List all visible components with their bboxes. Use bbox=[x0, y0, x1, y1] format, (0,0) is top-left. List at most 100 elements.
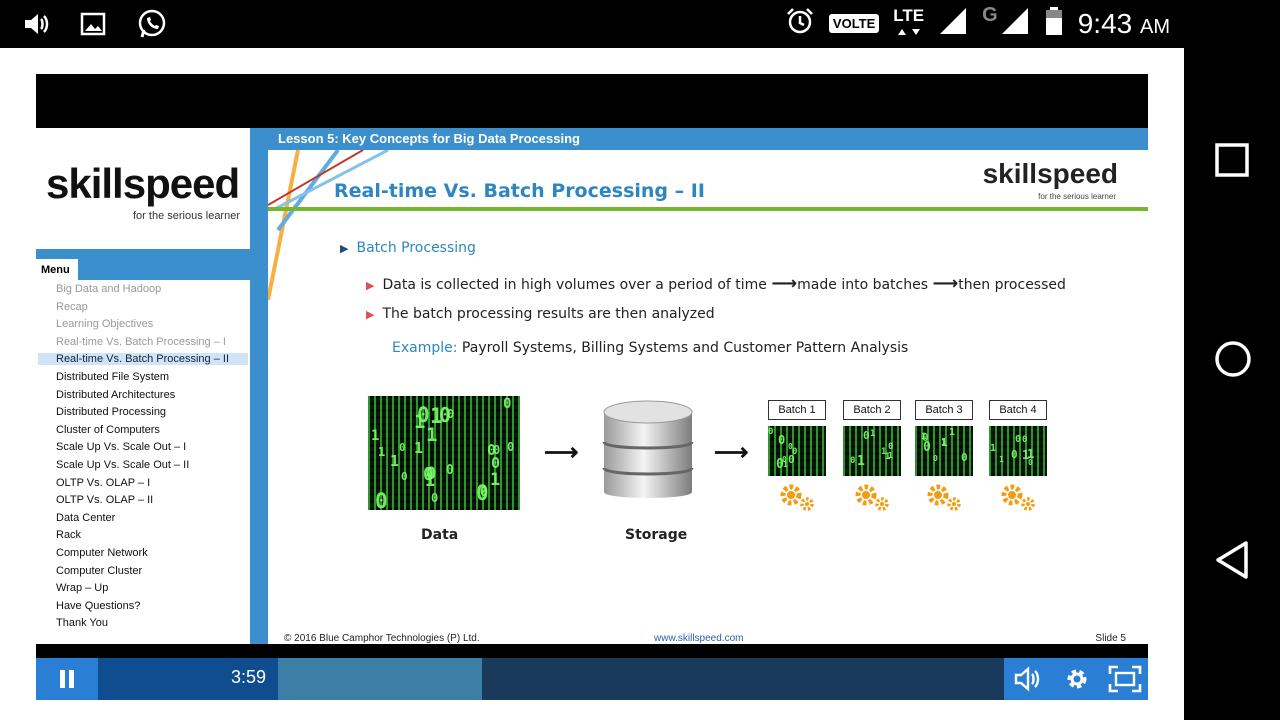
sub-bullet-triangle-icon: ▶ bbox=[366, 308, 375, 321]
recents-icon[interactable] bbox=[1214, 142, 1250, 183]
slide-body: Real-time Vs. Batch Processing – II skil… bbox=[268, 150, 1148, 644]
binary-digit: 0 bbox=[431, 491, 439, 505]
batch-label: Batch 2 bbox=[843, 400, 901, 420]
menu-item[interactable]: Scale Up Vs. Scale Out – II bbox=[56, 459, 189, 471]
sub-bullet-1-part-c: then processed bbox=[958, 277, 1066, 293]
binary-digit: 1 bbox=[371, 428, 380, 444]
arrow-icon: ⟶ bbox=[544, 439, 579, 466]
menu-item[interactable]: Thank You bbox=[56, 617, 108, 629]
example-text: Payroll Systems, Billing Systems and Cus… bbox=[461, 340, 909, 356]
binary-digit: 0 bbox=[480, 485, 488, 500]
binary-digit: 0 bbox=[423, 464, 434, 485]
menu-item[interactable]: OLTP Vs. OLAP – II bbox=[56, 494, 153, 506]
batch-data-image: 10010111 bbox=[843, 426, 901, 476]
data-image: 00111000010010010001100100 bbox=[368, 396, 520, 510]
menu-item[interactable]: Scale Up Vs. Scale Out – I bbox=[56, 441, 186, 453]
binary-digit: 1 bbox=[949, 427, 956, 438]
sub-bullet-1-part-b: made into batches bbox=[797, 277, 929, 293]
clock: 9:43 AM bbox=[1078, 8, 1170, 40]
menu-item[interactable]: Real-time Vs. Batch Processing – I bbox=[56, 336, 226, 348]
settings-icon[interactable] bbox=[1064, 666, 1090, 697]
arrow-icon: ⟶ bbox=[932, 273, 959, 294]
binary-digit: 1 bbox=[414, 439, 424, 457]
menu-item[interactable]: Have Questions? bbox=[56, 600, 140, 612]
footer-url[interactable]: www.skillspeed.com bbox=[654, 633, 743, 644]
batch-data-image: 00101011 bbox=[915, 426, 973, 476]
signal-strength-icon bbox=[938, 6, 968, 41]
menu-item[interactable]: Distributed Processing bbox=[56, 406, 166, 418]
sub-bullet-1: ▶ Data is collected in high volumes over … bbox=[366, 273, 1066, 294]
clock-time: 9:43 bbox=[1077, 7, 1133, 39]
menu-item[interactable]: OLTP Vs. OLAP – I bbox=[56, 477, 150, 489]
gears-icon bbox=[1001, 484, 1035, 511]
bullet-label: Batch Processing bbox=[356, 240, 476, 256]
menu-item[interactable]: Cluster of Computers bbox=[56, 424, 160, 436]
slide-title: Real-time Vs. Batch Processing – II bbox=[334, 180, 705, 202]
slide-frame: skillspeed for the serious learner Menu … bbox=[36, 128, 1148, 644]
footer-slide-number: Slide 5 bbox=[1095, 633, 1126, 644]
menu-item[interactable]: Data Center bbox=[56, 512, 115, 524]
binary-digit: 0 bbox=[768, 427, 774, 437]
menu-item[interactable]: Rack bbox=[56, 529, 81, 541]
g-signal-label: G bbox=[982, 4, 998, 26]
binary-digit: 1 bbox=[990, 443, 997, 454]
menu-item[interactable]: Computer Cluster bbox=[56, 565, 142, 577]
volume-icon bbox=[22, 10, 50, 43]
binary-digit: 1 bbox=[921, 432, 927, 442]
binary-digit: 1 bbox=[1022, 448, 1030, 462]
menu-item[interactable]: Wrap – Up bbox=[56, 582, 108, 594]
binary-digit: 0 bbox=[850, 456, 856, 466]
footer-copyright: © 2016 Blue Camphor Technologies (P) Ltd… bbox=[284, 633, 480, 644]
binary-digit: 0 bbox=[863, 429, 870, 442]
menu-tab[interactable]: Menu bbox=[36, 259, 78, 281]
lesson-header: Lesson 5: Key Concepts for Big Data Proc… bbox=[268, 128, 1148, 150]
binary-digit: 0 bbox=[417, 403, 430, 427]
batch-data-image: 11001001 bbox=[989, 426, 1047, 476]
menu-item[interactable]: Recap bbox=[56, 301, 88, 313]
batch-label: Batch 1 bbox=[768, 400, 826, 420]
bullet-triangle-icon: ▶ bbox=[340, 242, 349, 255]
volume-icon[interactable] bbox=[1014, 666, 1042, 697]
batch-data-image: 01000000 bbox=[768, 426, 826, 476]
menu-list: Big Data and Hadoop Recap Learning Objecti… bbox=[36, 280, 250, 644]
binary-digit: 0 bbox=[788, 453, 795, 466]
slide-logo-tagline: for the serious learner bbox=[1038, 192, 1116, 201]
status-bar: VOLTE LTE G 9:43 AM bbox=[0, 0, 1280, 48]
binary-digit: 0 bbox=[507, 440, 515, 454]
binary-digit: 0 bbox=[933, 454, 938, 463]
sub-bullet-1-part-a: Data is collected in high volumes over a… bbox=[382, 277, 767, 293]
menu-item[interactable]: Distributed File System bbox=[56, 371, 169, 383]
gallery-icon bbox=[80, 11, 106, 42]
home-icon[interactable] bbox=[1214, 340, 1252, 383]
back-icon[interactable] bbox=[1214, 540, 1250, 585]
binary-digit: 1 bbox=[490, 470, 501, 490]
binary-digit: 0 bbox=[375, 489, 388, 510]
database-icon bbox=[602, 400, 694, 498]
menu-item[interactable]: Real-time Vs. Batch Processing – II bbox=[38, 353, 248, 366]
pause-button[interactable] bbox=[36, 658, 98, 700]
menu-item[interactable]: Learning Objectives bbox=[56, 318, 153, 330]
binary-digit: 0 bbox=[399, 441, 406, 454]
binary-digit: 0 bbox=[961, 451, 968, 464]
data-caption: Data bbox=[421, 527, 459, 543]
current-time: 3:59 bbox=[98, 658, 278, 700]
binary-digit: 1 bbox=[885, 452, 891, 462]
arrow-icon: ⟶ bbox=[771, 273, 798, 294]
storage-caption: Storage bbox=[625, 527, 688, 543]
g-signal-icon bbox=[1000, 6, 1030, 41]
whatsapp-icon bbox=[136, 8, 168, 45]
binary-digit: 1 bbox=[941, 436, 948, 449]
clock-ampm: AM bbox=[1140, 15, 1170, 38]
fullscreen-icon[interactable] bbox=[1108, 665, 1142, 698]
menu-item[interactable]: Computer Network bbox=[56, 547, 148, 559]
menu-item[interactable]: Big Data and Hadoop bbox=[56, 283, 161, 295]
pause-icon bbox=[60, 670, 74, 688]
batch-label: Batch 4 bbox=[989, 400, 1047, 420]
seek-bar-buffered[interactable] bbox=[278, 658, 482, 700]
video-player[interactable]: skillspeed for the serious learner Menu … bbox=[36, 74, 1148, 700]
player-right-controls bbox=[1004, 658, 1148, 700]
menu-item[interactable]: Distributed Architectures bbox=[56, 389, 175, 401]
binary-digit: 0 bbox=[1015, 434, 1022, 445]
gears-icon bbox=[927, 484, 961, 511]
sub-bullet-triangle-icon: ▶ bbox=[366, 279, 375, 292]
